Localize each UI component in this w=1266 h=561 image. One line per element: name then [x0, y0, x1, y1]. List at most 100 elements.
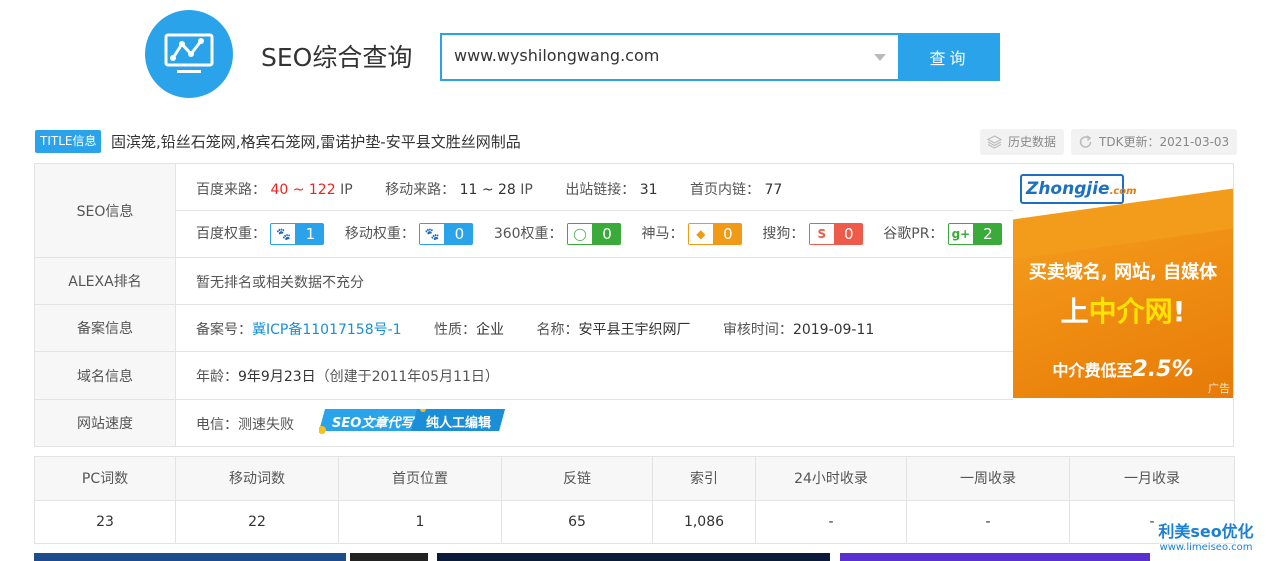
- brand-suffix: .com: [1109, 186, 1137, 197]
- speed-row: 网站速度 电信：测速失败: [35, 400, 1233, 446]
- stats-index[interactable]: 1,086: [652, 499, 756, 544]
- google-pr-value: 2: [973, 223, 1002, 245]
- domain-row: 域名信息 年龄：9年9月23日（创建于2011年05月11日）: [35, 352, 1013, 400]
- shenma-weight-badge[interactable]: ◆ 0: [687, 223, 742, 245]
- sogou-icon: S: [808, 223, 835, 245]
- site-logo[interactable]: [145, 10, 233, 98]
- google-plus-icon: g+: [947, 223, 974, 245]
- seo-article-label: SEO文章代写: [332, 416, 414, 431]
- nature-value: 企业: [476, 322, 505, 338]
- refresh-icon: [1079, 135, 1092, 148]
- traffic-line: 百度来路： 40 ~ 122 IP 移动来路： 11 ~ 28 IP 出站链接：…: [196, 179, 782, 199]
- chevron-down-icon[interactable]: [874, 54, 886, 61]
- internal-links-value[interactable]: 77: [765, 182, 783, 198]
- beian-row: 备案信息 备案号：冀ICP备11017158号-1 性质：企业 名称：安平县王宇…: [35, 305, 1013, 352]
- stats-header-home-position: 首页位置: [338, 456, 502, 501]
- audit-time-label: 审核时间：: [722, 322, 793, 338]
- google-pr-label: 谷歌PR：: [883, 226, 944, 242]
- baidu-weight-value: 1: [296, 223, 325, 245]
- stats-header-24h: 24小时收录: [755, 456, 907, 501]
- speed-value: 电信：测速失败: [196, 417, 294, 433]
- bottom-ad-strip[interactable]: [34, 553, 346, 561]
- stats-table: PC词数 移动词数 首页位置 反链 索引 24小时收录 一周收录 一月收录 23…: [34, 456, 1235, 544]
- 360-weight-badge[interactable]: ◯ 0: [567, 223, 621, 245]
- divider: [176, 210, 1013, 211]
- audit-time-value: 2019-09-11: [792, 322, 875, 338]
- shenma-weight-value: 0: [713, 223, 742, 245]
- watermark-main: 利美seo优化: [1158, 522, 1254, 541]
- sogou-weight-badge[interactable]: S0: [808, 223, 863, 245]
- google-pr-badge[interactable]: g+ 2: [947, 223, 1002, 245]
- row-label: ALEXA排名: [35, 258, 176, 304]
- mobile-weight-badge[interactable]: 🐾 0: [419, 223, 474, 245]
- bottom-ad-strip[interactable]: [350, 553, 428, 561]
- shenma-icon: ◆: [687, 223, 714, 245]
- search-button[interactable]: 查询: [899, 33, 1000, 81]
- ad-line3-rate: 2.5%: [1132, 357, 1194, 382]
- company-name-value: 安平县王宇织网厂: [578, 322, 691, 338]
- mobile-traffic-unit: IP: [520, 182, 533, 198]
- ad-line3: 中介费低至2.5%: [1013, 357, 1233, 382]
- stats-header-week: 一周收录: [906, 456, 1070, 501]
- monitor-chart-icon: [164, 33, 214, 73]
- sogou-weight-value: 0: [834, 223, 863, 245]
- 360-icon: ◯: [567, 223, 593, 245]
- history-data-label: 历史数据: [1008, 135, 1057, 149]
- stats-home-position: 1: [338, 499, 502, 544]
- ad-line2-highlight: 中介网: [1088, 295, 1173, 328]
- baidu-traffic-value[interactable]: 40 ~ 122: [270, 182, 335, 198]
- stats-pc-words[interactable]: 23: [34, 499, 176, 544]
- shenma-weight-label: 神马：: [641, 226, 684, 242]
- 360-weight-label: 360权重：: [493, 226, 563, 242]
- baidu-weight-badge[interactable]: 🐾 1: [270, 223, 325, 245]
- beian-line: 备案号：冀ICP备11017158号-1 性质：企业 名称：安平县王宇织网厂 审…: [196, 319, 874, 339]
- zhongjie-logo: Zhongjie.com: [1020, 174, 1137, 204]
- ad-tag: 广告: [1208, 382, 1230, 395]
- beian-no-link[interactable]: 冀ICP备11017158号-1: [252, 322, 402, 338]
- stats-backlinks[interactable]: 65: [501, 499, 653, 544]
- mobile-weight-label: 移动权重：: [344, 226, 415, 242]
- alexa-row: ALEXA排名 暂无排名或相关数据不充分: [35, 258, 1013, 305]
- ad-line2: 上中介网!: [1013, 290, 1233, 330]
- sogou-weight-label: 搜狗：: [762, 226, 805, 242]
- zhongjie-ad-banner[interactable]: Zhongjie.com 买卖域名, 网站, 自媒体 上中介网! 中介费低至2.…: [1013, 164, 1233, 398]
- watermark-sub: www.limeiseo.com: [1159, 542, 1253, 553]
- bottom-ad-strip[interactable]: [437, 553, 830, 561]
- app-title: SEO综合查询: [261, 43, 413, 72]
- history-data-button[interactable]: 历史数据: [980, 129, 1065, 155]
- ad-line2-pre: 上: [1060, 295, 1089, 328]
- row-label: SEO信息: [35, 164, 176, 257]
- paw-icon: 🐾: [270, 223, 297, 245]
- domain-created-date: （创建于2011年05月11日）: [315, 369, 499, 385]
- stats-header-index: 索引: [652, 456, 756, 501]
- company-name-label: 名称：: [536, 322, 579, 338]
- watermark: 利美seo优化 www.limeiseo.com: [1148, 522, 1264, 554]
- search-input[interactable]: [454, 46, 854, 65]
- ad-line2-post: !: [1172, 295, 1186, 328]
- row-label: 域名信息: [35, 352, 176, 399]
- outbound-links-label: 出站链接：: [565, 182, 636, 198]
- seo-article-ad-badge[interactable]: SEO文章代写 纯人工编辑: [318, 406, 509, 434]
- stats-24h: -: [755, 499, 907, 544]
- stats-week: -: [906, 499, 1070, 544]
- mobile-weight-value: 0: [445, 223, 474, 245]
- internal-links-label: 首页内链：: [690, 182, 761, 198]
- tdk-update-button[interactable]: TDK更新：2021-03-03: [1071, 129, 1238, 155]
- layers-icon: [987, 135, 1002, 149]
- beian-no-label: 备案号：: [196, 322, 252, 338]
- row-label: 网站速度: [35, 400, 176, 446]
- stats-mobile-words[interactable]: 22: [175, 499, 339, 544]
- outbound-links-value[interactable]: 31: [640, 182, 658, 198]
- alexa-value: 暂无排名或相关数据不充分: [196, 275, 364, 291]
- tdk-update-label: TDK更新：2021-03-03: [1099, 135, 1230, 149]
- stats-header-mobile-words: 移动词数: [175, 456, 339, 501]
- search-box[interactable]: [440, 33, 900, 81]
- bottom-ad-strip[interactable]: [840, 553, 1150, 561]
- weights-line: 百度权重： 🐾 1 移动权重： 🐾 0 360权重： ◯ 0 神马： ◆ 0 搜狗： S…: [196, 223, 1004, 245]
- mobile-traffic-value[interactable]: 11 ~ 28: [460, 182, 516, 198]
- ad-line3-pre: 中介费低至: [1052, 361, 1133, 380]
- brand-name: Zhongjie: [1026, 179, 1110, 199]
- paw-mobile-icon: 🐾: [419, 223, 446, 245]
- manual-edit-label: 纯人工编辑: [426, 416, 492, 431]
- nature-label: 性质：: [434, 322, 477, 338]
